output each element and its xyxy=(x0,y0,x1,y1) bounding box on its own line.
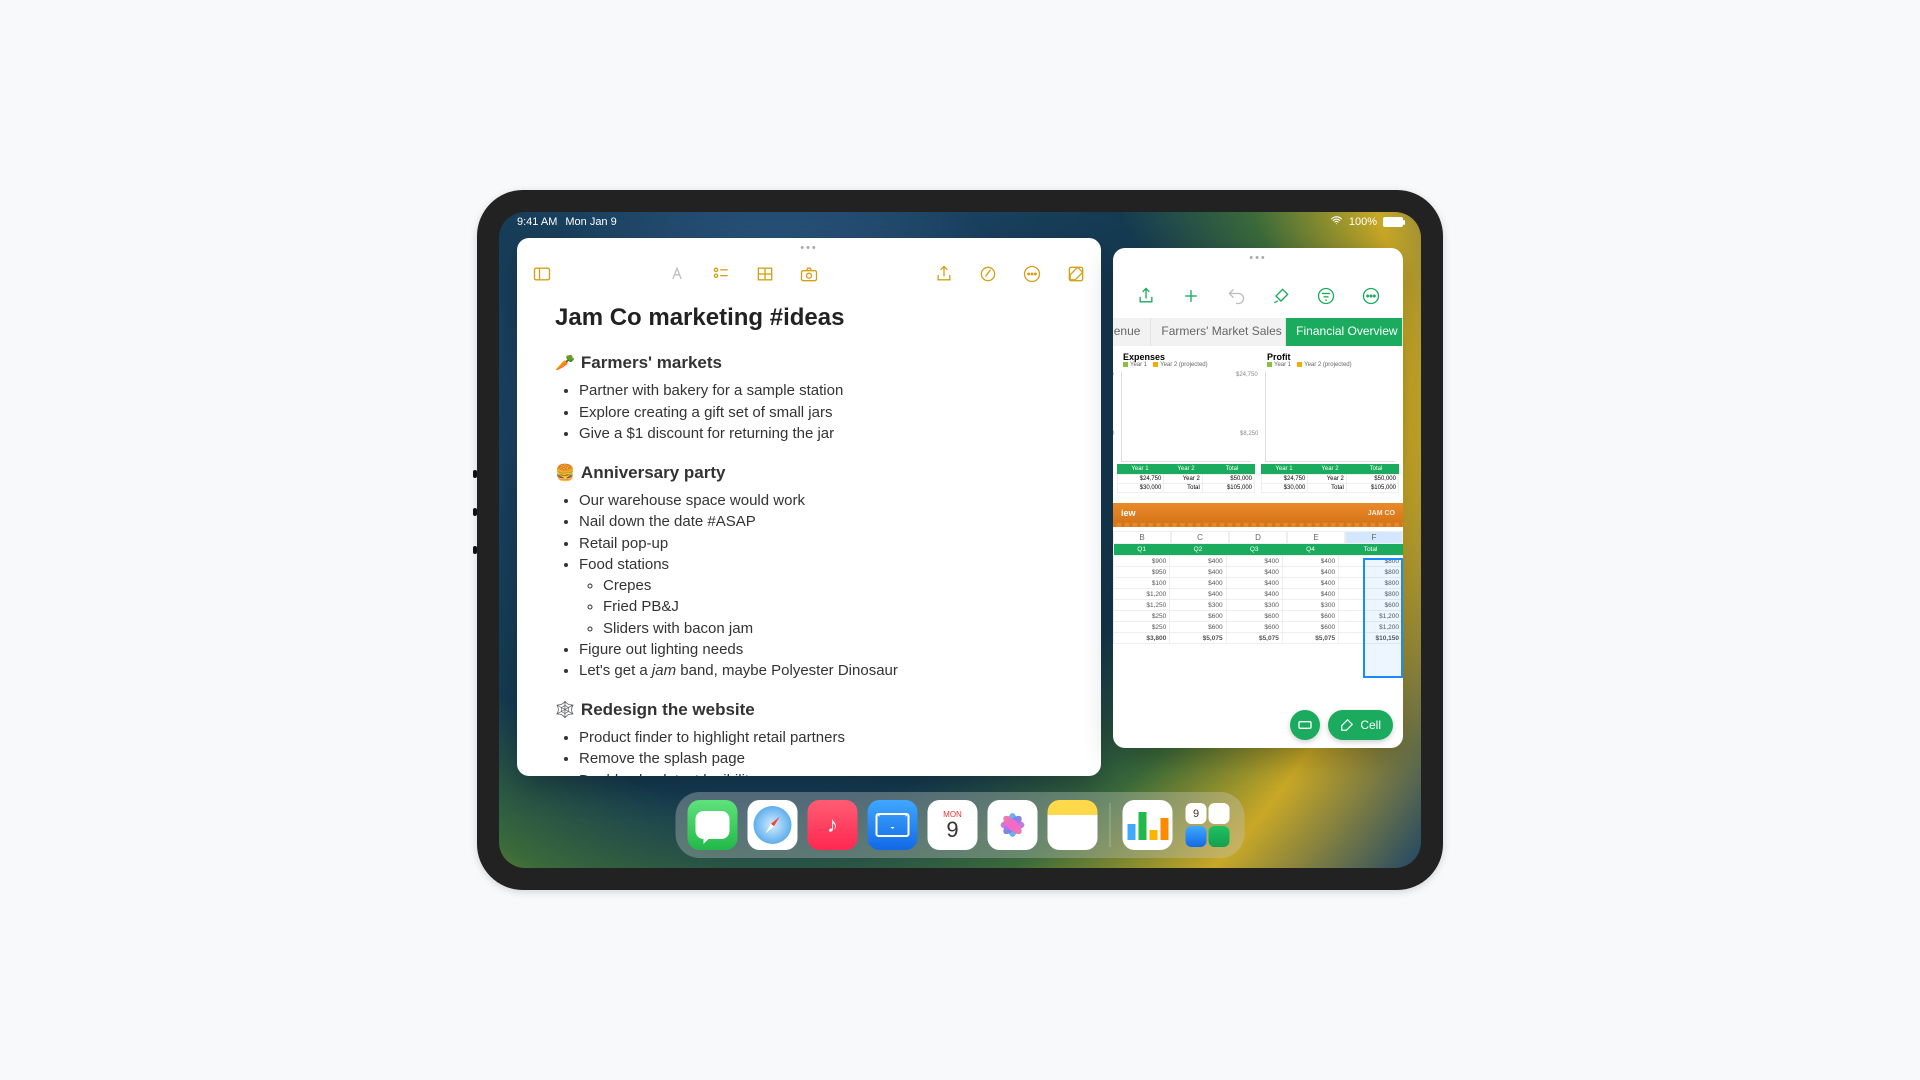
section-banner: iew JAM CO xyxy=(1113,503,1403,527)
safari-app-icon[interactable] xyxy=(748,800,798,850)
sidebar-toggle-icon[interactable] xyxy=(531,263,553,285)
column-headers[interactable]: BCDEF xyxy=(1113,531,1403,544)
messages-app-icon[interactable] xyxy=(688,800,738,850)
chart-legend: Year 1Year 2 (projected) xyxy=(1261,362,1399,368)
status-date: Mon Jan 9 xyxy=(565,216,616,228)
list-item: Double-check text legibility xyxy=(579,771,1063,776)
list-item: Remove the splash page xyxy=(579,749,1063,769)
mail-app-icon[interactable] xyxy=(868,800,918,850)
chart-title: Profit xyxy=(1261,352,1399,362)
cell-button[interactable]: Cell xyxy=(1328,710,1393,740)
photos-app-icon[interactable] xyxy=(988,800,1038,850)
filter-icon[interactable] xyxy=(1315,285,1337,307)
status-bar: 9:41 AM Mon Jan 9 100% xyxy=(499,212,1421,232)
chart-title: Expenses xyxy=(1117,352,1255,362)
cell-button-label: Cell xyxy=(1360,718,1381,732)
note-section: 🕸️ Redesign the website Product finder t… xyxy=(555,699,1063,776)
recent-apps-icon[interactable]: 9 xyxy=(1183,800,1233,850)
data-table[interactable]: Q1Q2Q3Q4Total $900$400$400$400$800 $950$… xyxy=(1113,544,1403,644)
burger-emoji-icon: 🍔 xyxy=(555,463,575,485)
note-section: 🥕 Farmers' markets Partner with bakery f… xyxy=(555,352,1063,444)
markup-icon[interactable] xyxy=(977,263,999,285)
list-item: Crepes xyxy=(603,576,1063,596)
list-item: Food stations xyxy=(579,555,1063,575)
table-icon[interactable] xyxy=(754,263,776,285)
list-item: Our warehouse space would work xyxy=(579,491,1063,511)
profit-chart[interactable]: Profit Year 1Year 2 (projected) Year 1Ye… xyxy=(1261,352,1399,493)
hardware-buttons xyxy=(473,470,477,554)
section-heading: Redesign the website xyxy=(581,699,755,722)
sheet-tab[interactable]: Farmers' Market Sales xyxy=(1151,318,1286,346)
list-item: Sliders with bacon jam xyxy=(603,619,1063,639)
ipad-screen: 9:41 AM Mon Jan 9 100% ••• xyxy=(499,212,1421,868)
list-item: Give a $1 discount for returning the jar xyxy=(579,424,1063,444)
numbers-app-icon[interactable] xyxy=(1123,800,1173,850)
numbers-app-window[interactable]: ••• enue Farmers' Market Sales Financial… xyxy=(1113,248,1403,748)
checklist-icon[interactable] xyxy=(710,263,732,285)
battery-icon xyxy=(1383,217,1403,227)
list-item: Retail pop-up xyxy=(579,534,1063,554)
calendar-app-icon[interactable]: MON9 xyxy=(928,800,978,850)
list-item: Product finder to highlight retail partn… xyxy=(579,728,1063,748)
section-heading: Farmers' markets xyxy=(581,352,722,375)
section-heading: Anniversary party xyxy=(581,462,726,485)
dock: ♪ MON9 9 xyxy=(676,792,1245,858)
window-handle-icon[interactable]: ••• xyxy=(1113,248,1403,262)
text-format-icon[interactable] xyxy=(666,263,688,285)
add-icon[interactable] xyxy=(1180,285,1202,307)
spreadsheet-area[interactable]: Q1Q2Q3Q4Total $900$400$400$400$800 $950$… xyxy=(1113,544,1403,644)
status-time: 9:41 AM xyxy=(517,216,557,228)
note-content[interactable]: Jam Co marketing #ideas 🥕 Farmers' marke… xyxy=(517,296,1101,776)
sheet-tabs: enue Farmers' Market Sales Financial Ove… xyxy=(1113,318,1403,346)
keyboard-button[interactable] xyxy=(1290,710,1320,740)
compose-icon[interactable] xyxy=(1065,263,1087,285)
camera-icon[interactable] xyxy=(798,263,820,285)
chart-legend: Year 1Year 2 (projected) xyxy=(1117,362,1255,368)
carrot-emoji-icon: 🥕 xyxy=(555,353,575,375)
music-app-icon[interactable]: ♪ xyxy=(808,800,858,850)
list-item: Partner with bakery for a sample station xyxy=(579,381,1063,401)
wifi-icon xyxy=(1330,214,1343,230)
list-item: Fried PB&J xyxy=(603,597,1063,617)
notes-app-icon[interactable] xyxy=(1048,800,1098,850)
web-emoji-icon: 🕸️ xyxy=(555,700,575,722)
battery-percent: 100% xyxy=(1349,216,1377,228)
ipad-device: 9:41 AM Mon Jan 9 100% ••• xyxy=(477,190,1443,890)
list-item: Let's get a jam band, maybe Polyester Di… xyxy=(579,661,1063,681)
more-icon[interactable] xyxy=(1021,263,1043,285)
undo-icon[interactable] xyxy=(1225,285,1247,307)
sheet-tab-active[interactable]: Financial Overview xyxy=(1286,318,1403,346)
list-item: Nail down the date #ASAP xyxy=(579,512,1063,532)
share-icon[interactable] xyxy=(1135,285,1157,307)
window-handle-icon[interactable]: ••• xyxy=(517,238,1101,252)
dock-separator xyxy=(1110,803,1111,847)
sheet-tab[interactable]: enue xyxy=(1113,318,1151,346)
list-item: Explore creating a gift set of small jar… xyxy=(579,403,1063,423)
list-item: Figure out lighting needs xyxy=(579,640,1063,660)
note-section: 🍔 Anniversary party Our warehouse space … xyxy=(555,462,1063,681)
charts-area: Expenses Year 1Year 2 (projected) Year 1… xyxy=(1113,346,1403,497)
more-icon[interactable] xyxy=(1360,285,1382,307)
notes-app-window[interactable]: ••• Jam Co marketing #ideas 🥕 xyxy=(517,238,1101,776)
expenses-chart[interactable]: Expenses Year 1Year 2 (projected) Year 1… xyxy=(1117,352,1255,493)
notes-toolbar xyxy=(517,252,1101,296)
format-brush-icon[interactable] xyxy=(1270,285,1292,307)
numbers-toolbar xyxy=(1113,274,1403,318)
note-title: Jam Co marketing #ideas xyxy=(555,302,1063,334)
share-icon[interactable] xyxy=(933,263,955,285)
